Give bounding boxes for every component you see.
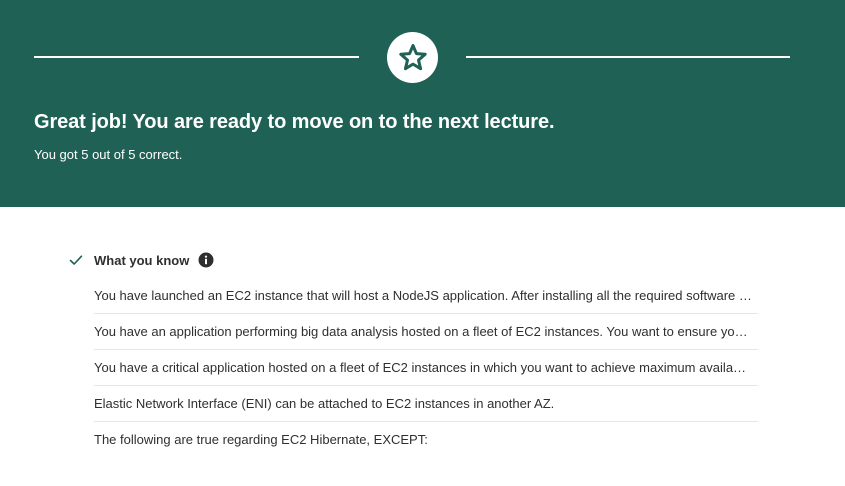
result-headline: Great job! You are ready to move on to t… — [34, 111, 555, 133]
check-icon — [69, 255, 83, 265]
banner-divider-left — [34, 56, 359, 58]
info-icon[interactable] — [198, 252, 214, 268]
result-banner: Great job! You are ready to move on to t… — [0, 0, 845, 207]
what-you-know-header: What you know — [68, 250, 214, 270]
section-title: What you know — [94, 252, 190, 268]
banner-divider-right — [466, 56, 790, 58]
question-item[interactable]: You have an application performing big d… — [94, 314, 758, 350]
question-item[interactable]: The following are true regarding EC2 Hib… — [94, 422, 758, 458]
score-text: You got 5 out of 5 correct. — [34, 147, 183, 162]
question-list: You have launched an EC2 instance that w… — [94, 278, 758, 458]
star-badge — [387, 32, 438, 83]
star-icon — [398, 43, 427, 70]
question-item[interactable]: You have launched an EC2 instance that w… — [94, 278, 758, 314]
question-item[interactable]: You have a critical application hosted o… — [94, 350, 758, 386]
question-item[interactable]: Elastic Network Interface (ENI) can be a… — [94, 386, 758, 422]
